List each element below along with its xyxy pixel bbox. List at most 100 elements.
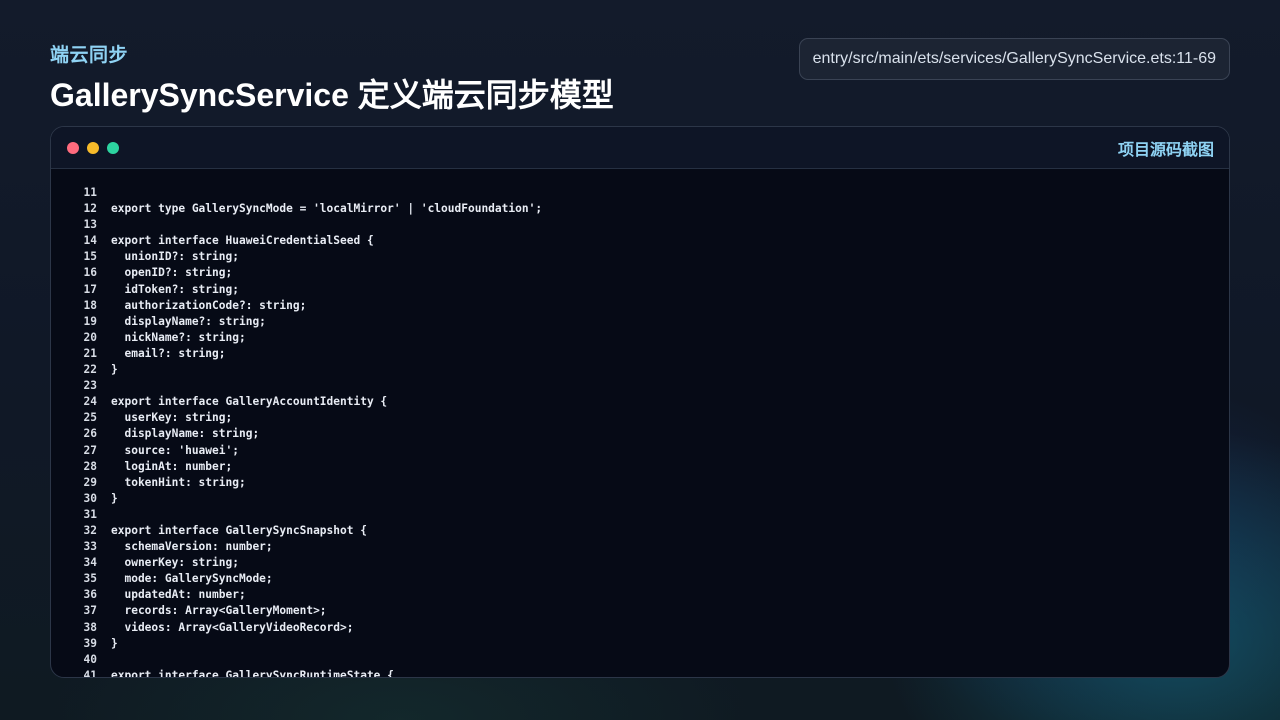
code-text: } [111,491,118,505]
line-number: 16 [83,266,97,280]
line-number: 23 [83,379,97,393]
code-text: email?: string; [111,346,226,360]
code-text: displayName?: string; [111,314,266,328]
code-text: export interface GallerySyncSnapshot { [111,523,367,537]
code-text: authorizationCode?: string; [111,298,307,312]
code-line: 31 [51,507,1229,523]
line-number: 22 [83,363,97,377]
window-label: 项目源码截图 [1117,141,1214,159]
line-number: 37 [83,604,97,618]
code-line: 20 nickName?: string; [51,330,1229,346]
window-titlebar: 项目源码截图 [51,127,1229,169]
line-number: 26 [83,427,97,441]
code-line: 16 openID?: string; [51,265,1229,281]
line-number: 40 [83,652,97,666]
code-text: export type GallerySyncMode = 'localMirr… [111,202,543,216]
line-number: 29 [83,475,97,489]
code-text: userKey: string; [111,411,233,425]
code-line: 35 mode: GallerySyncMode; [51,571,1229,587]
code-text: } [111,363,118,377]
line-number: 35 [83,572,97,586]
close-dot-icon [67,141,79,154]
code-window: 项目源码截图 11 12 export type GallerySyncMode =… [50,126,1230,678]
line-number: 32 [83,523,97,537]
code-line: 13 [51,217,1229,233]
code-line: 27 source: 'huawei'; [51,443,1229,459]
code-line: 26 displayName: string; [51,426,1229,442]
source-path-badge: entry/src/main/ets/services/GallerySyncS… [798,38,1230,80]
code-block[interactable]: 11 12 export type GallerySyncMode = 'local… [51,185,1229,677]
code-text: schemaVersion: number; [111,540,273,554]
code-text: nickName?: string; [111,330,246,344]
page-title: GallerySyncService 定义端云同步模型 [50,77,614,113]
code-line: 36 updatedAt: number; [51,587,1229,603]
code-line: 30} [51,491,1229,507]
maximize-dot-icon [107,141,119,154]
line-number: 20 [83,330,97,344]
code-line: 38 videos: Array<GalleryVideoRecord>; [51,620,1229,636]
code-text: } [111,636,118,650]
code-line: 12 export type GallerySyncMode = 'localMi… [51,201,1229,217]
code-line: 11 [51,185,1229,201]
code-line: 41 export interface GallerySyncRuntimeSta… [51,668,1229,677]
code-line: 40 [51,652,1229,668]
minimize-dot-icon [87,141,99,154]
line-number: 30 [83,491,97,505]
code-line: 29 tokenHint: string; [51,475,1229,491]
source-path-text: entry/src/main/ets/services/GallerySyncS… [812,50,1216,67]
code-line: 37 records: Array<GalleryMoment>; [51,603,1229,619]
line-number: 28 [83,459,97,473]
code-line: 15 unionID?: string; [51,249,1229,265]
line-number: 39 [83,636,97,650]
code-line: 23 [51,378,1229,394]
line-number: 36 [83,588,97,602]
code-line: 33 schemaVersion: number; [51,539,1229,555]
line-number: 38 [83,620,97,634]
code-text: source: 'huawei'; [111,443,239,457]
code-text: unionID?: string; [111,250,239,264]
line-number: 41 [83,668,97,677]
code-text: mode: GallerySyncMode; [111,572,273,586]
code-text: updatedAt: number; [111,588,246,602]
code-text: export interface HuaweiCredentialSeed { [111,234,374,248]
line-number: 25 [83,411,97,425]
line-number: 13 [83,218,97,232]
code-line: 32 export interface GallerySyncSnapshot { [51,523,1229,539]
line-number: 17 [83,282,97,296]
line-number: 21 [83,346,97,360]
code-line: 18 authorizationCode?: string; [51,298,1229,314]
line-number: 12 [83,202,97,216]
code-text: export interface GalleryAccountIdentity … [111,395,388,409]
code-text: loginAt: number; [111,459,233,473]
code-text: export interface GallerySyncRuntimeState… [111,668,394,677]
code-line: 25 userKey: string; [51,410,1229,426]
code-line: 17 idToken?: string; [51,282,1229,298]
code-line: 39} [51,636,1229,652]
code-text: videos: Array<GalleryVideoRecord>; [111,620,354,634]
line-number: 34 [83,556,97,570]
line-number: 18 [83,298,97,312]
line-number: 24 [83,395,97,409]
code-line: 34 ownerKey: string; [51,555,1229,571]
line-number: 11 [83,186,97,199]
section-eyebrow: 端云同步 [50,45,129,66]
line-number: 19 [83,314,97,328]
code-line: 14 export interface HuaweiCredentialSeed … [51,233,1229,249]
line-number: 14 [83,234,97,248]
code-text: idToken?: string; [111,282,239,296]
code-text: ownerKey: string; [111,556,239,570]
code-line: 24 export interface GalleryAccountIdentit… [51,394,1229,410]
code-text: openID?: string; [111,266,233,280]
line-number: 33 [83,540,97,554]
code-text: displayName: string; [111,427,260,441]
code-text: tokenHint: string; [111,475,246,489]
line-number: 27 [83,443,97,457]
code-line: 19 displayName?: string; [51,314,1229,330]
line-number: 31 [83,507,97,521]
code-line: 22} [51,362,1229,378]
